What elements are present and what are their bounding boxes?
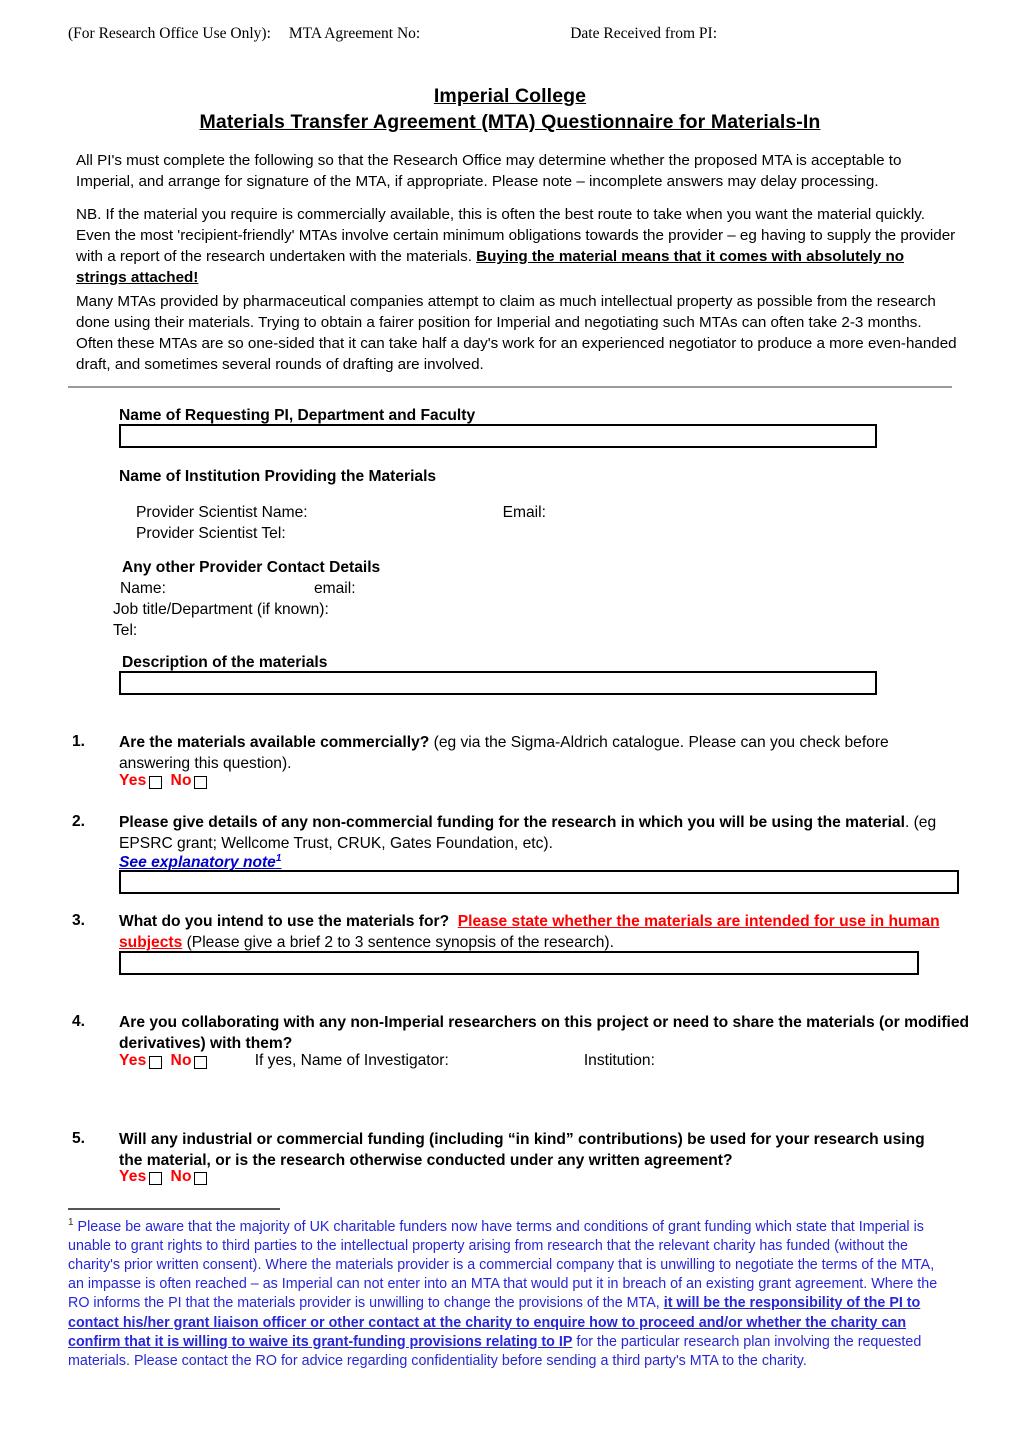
question-4-yesno-row: Yes No If yes, Name of Investigator: Instit… <box>119 1052 655 1070</box>
provider-scientist-tel-label: Provider Scientist Tel: <box>136 525 286 542</box>
question-4-strong: Are you collaborating with any non-Imper… <box>119 1014 970 1052</box>
question-4-investigator-label: If yes, Name of Investigator: <box>254 1052 449 1069</box>
question-4-no-label: No <box>170 1052 192 1069</box>
question-1-yesno-row: Yes No <box>119 772 209 790</box>
question-1-yes-label: Yes <box>119 772 147 789</box>
footnote-separator <box>68 1208 280 1210</box>
other-contact-heading: Any other Provider Contact Details <box>122 559 381 576</box>
question-1-yes-checkbox[interactable] <box>148 775 162 789</box>
question-1-no-label: No <box>170 772 192 789</box>
mta-agreement-no-label: MTA Agreement No: <box>288 25 421 42</box>
title-document: Materials Transfer Agreement (MTA) Quest… <box>199 111 821 134</box>
question-4-number: 4. <box>72 1013 86 1030</box>
institution-heading: Name of Institution Providing the Materi… <box>119 468 437 485</box>
question-1-text: Are the materials available commercially… <box>119 733 959 775</box>
explanatory-note-superscript: 1 <box>275 853 282 864</box>
research-office-header: (For Research Office Use Only): MTA Agree… <box>68 25 717 44</box>
research-office-use-label: (For Research Office Use Only): <box>68 25 271 42</box>
question-3-strong: What do you intend to use the materials … <box>119 913 450 930</box>
question-5-number: 5. <box>72 1130 86 1147</box>
provider-scientist-name-row: Provider Scientist Name: Email: <box>136 503 546 523</box>
intro-paragraph-3: Many MTAs provided by pharmaceutical com… <box>76 293 957 373</box>
intro-paragraph-2: NB. If the material you require is comme… <box>76 205 958 289</box>
question-5-strong: Will any industrial or commercial fundin… <box>119 1131 925 1169</box>
date-received-label: Date Received from PI: <box>570 25 717 42</box>
pi-name-input[interactable] <box>119 424 877 448</box>
question-4-yes-label: Yes <box>119 1052 147 1069</box>
title-institution: Imperial College <box>433 85 587 107</box>
question-1-strong: Are the materials available commercially… <box>119 734 430 751</box>
question-4-institution-label: Institution: <box>583 1052 655 1069</box>
other-contact-name-row: Name: email: <box>120 579 356 599</box>
provider-scientist-name-label: Provider Scientist Name: <box>136 504 308 521</box>
question-5-yesno-row: Yes No <box>119 1168 209 1186</box>
question-1-no-checkbox[interactable] <box>193 775 207 789</box>
question-5-no-checkbox[interactable] <box>193 1171 207 1185</box>
document-page: (For Research Office Use Only): MTA Agree… <box>0 0 1020 1443</box>
question-3-answer-input[interactable] <box>119 951 919 975</box>
intro-paragraph-1: All PI's must complete the following so … <box>76 152 902 190</box>
question-5-text: Will any industrial or commercial fundin… <box>119 1130 939 1172</box>
description-input[interactable] <box>119 671 877 695</box>
question-3-normal: (Please give a brief 2 to 3 sentence syn… <box>182 933 614 951</box>
question-5-yes-checkbox[interactable] <box>148 1171 162 1185</box>
provider-scientist-email-label: Email: <box>502 504 546 521</box>
question-4-yes-checkbox[interactable] <box>148 1055 162 1069</box>
question-4-text: Are you collaborating with any non-Imper… <box>119 1013 979 1055</box>
section-divider <box>68 386 952 388</box>
question-5-yes-label: Yes <box>119 1168 147 1185</box>
question-1-number: 1. <box>72 733 86 750</box>
other-contact-jobtitle-label: Job title/Department (if known): <box>113 601 329 618</box>
question-2-answer-input[interactable] <box>119 870 959 894</box>
question-3-number: 3. <box>72 912 86 929</box>
question-5-no-label: No <box>170 1168 192 1185</box>
question-2-number: 2. <box>72 813 86 830</box>
other-contact-email-label: email: <box>313 580 356 597</box>
question-2-strong: Please give details of any non-commercia… <box>119 814 905 831</box>
question-2-text: Please give details of any non-commercia… <box>119 813 939 855</box>
page-title: Imperial College Materials Transfer Agre… <box>68 84 952 135</box>
other-contact-name-label: Name: <box>120 580 166 597</box>
question-3-text: What do you intend to use the materials … <box>119 912 969 954</box>
footnote-text: 1 Please be aware that the majority of U… <box>68 1216 954 1371</box>
explanatory-note-link-label: See explanatory note <box>119 854 276 872</box>
question-4-no-checkbox[interactable] <box>193 1055 207 1069</box>
other-contact-tel-label: Tel: <box>113 622 138 639</box>
explanatory-note-link[interactable]: See explanatory note1 <box>119 853 282 872</box>
